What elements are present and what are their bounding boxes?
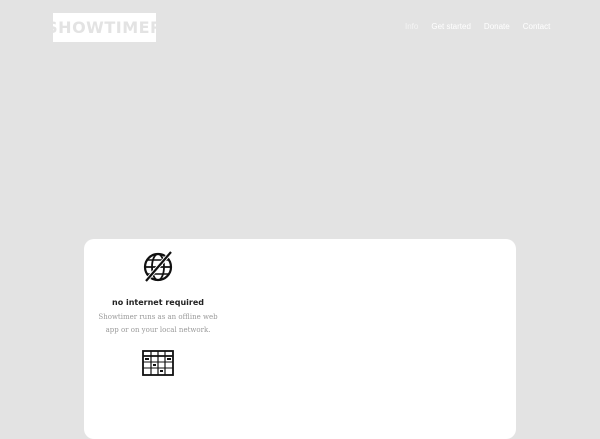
nav-get-started[interactable]: Get started bbox=[431, 21, 471, 33]
feature-no-internet: no internet required Showtimer runs as a… bbox=[84, 250, 232, 337]
features-card: no internet required Showtimer runs as a… bbox=[84, 239, 516, 439]
feature-title: no internet required bbox=[112, 298, 204, 307]
nav-info[interactable]: Info bbox=[405, 21, 418, 33]
logo-text: SHOWTIMER bbox=[46, 18, 163, 37]
showtimer-logo[interactable]: SHOWTIMER bbox=[46, 13, 162, 42]
no-internet-globe-icon bbox=[143, 250, 173, 283]
main-nav: Info Get started Donate Contact bbox=[405, 21, 550, 33]
feature-description: Showtimer runs as an offline web app or … bbox=[98, 313, 218, 334]
nav-donate[interactable]: Donate bbox=[484, 21, 510, 33]
feature-schedule bbox=[84, 350, 232, 390]
schedule-grid-icon bbox=[142, 350, 174, 376]
nav-contact[interactable]: Contact bbox=[523, 21, 551, 33]
